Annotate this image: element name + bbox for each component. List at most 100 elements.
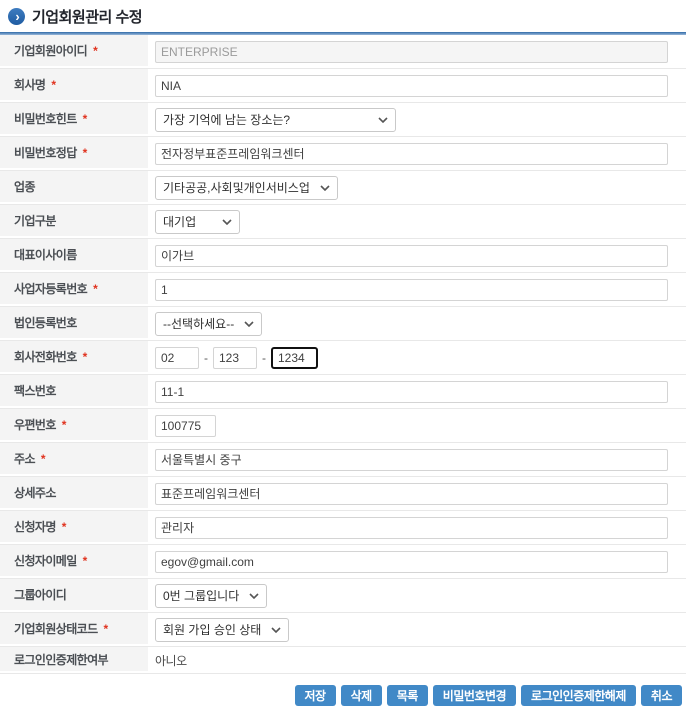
field-value-cell [148, 75, 686, 97]
field-label-cell: 기업회원상태코드 * [0, 613, 148, 646]
field-value-cell: 가장 기억에 남는 장소는? [148, 108, 686, 132]
field-value-cell: - - [148, 347, 686, 369]
detail-address-input[interactable] [155, 483, 668, 505]
field-label-cell: 주소 * [0, 443, 148, 476]
required-mark: * [83, 112, 88, 126]
required-mark: * [104, 622, 109, 636]
release-login-restriction-button[interactable]: 로그인인증제한해제 [521, 685, 636, 706]
member-edit-form: 기업회원아이디 * 회사명 * 비밀번호힌트 * [0, 35, 686, 674]
field-value-cell [148, 483, 686, 505]
business-reg-number-input[interactable] [155, 279, 668, 301]
field-label: 팩스번호 [14, 382, 56, 399]
field-label: 우편번호 [14, 416, 56, 433]
chevron-right-circle-icon: › [8, 8, 25, 25]
field-label: 비밀번호정답 [14, 144, 77, 161]
required-mark: * [62, 418, 67, 432]
phone-area-input[interactable] [155, 347, 199, 369]
form-row-industry: 업종 기타공공,사회및개인서비스업 [0, 171, 686, 205]
corporate-reg-number-select[interactable]: --선택하세요-- [155, 312, 262, 336]
change-password-button[interactable]: 비밀번호변경 [433, 685, 516, 706]
form-row-member-status: 기업회원상태코드 * 회원 가입 승인 상태 [0, 613, 686, 647]
applicant-email-input[interactable] [155, 551, 668, 573]
field-value-cell [148, 143, 686, 165]
form-row-member-id: 기업회원아이디 * [0, 35, 686, 69]
required-mark: * [62, 520, 67, 534]
field-label: 사업자등록번호 [14, 280, 87, 297]
button-bar: 저장 삭제 목록 비밀번호변경 로그인인증제한해제 취소 [0, 685, 686, 706]
field-label-cell: 팩스번호 [0, 375, 148, 408]
chevron-down-icon [320, 185, 330, 191]
zip-code-input[interactable] [155, 415, 216, 437]
phone-separator: - [262, 351, 266, 365]
password-hint-value: 가장 기억에 남는 장소는? [163, 111, 290, 128]
company-name-input[interactable] [155, 75, 668, 97]
field-value-cell: 아니오 [148, 652, 686, 669]
field-label-cell: 업종 [0, 171, 148, 204]
corporate-reg-number-value: --선택하세요-- [163, 315, 234, 332]
form-row-login-restriction: 로그인인증제한여부 아니오 [0, 647, 686, 674]
field-label-cell: 신청자이메일 * [0, 545, 148, 578]
list-button[interactable]: 목록 [387, 685, 428, 706]
chevron-down-icon [249, 593, 259, 599]
form-row-password-answer: 비밀번호정답 * [0, 137, 686, 171]
field-label-cell: 비밀번호정답 * [0, 137, 148, 170]
field-label-cell: 우편번호 * [0, 409, 148, 442]
required-mark: * [51, 78, 56, 92]
form-row-zip-code: 우편번호 * [0, 409, 686, 443]
field-value-cell: 대기업 [148, 210, 686, 234]
form-row-fax-number: 팩스번호 [0, 375, 686, 409]
required-mark: * [41, 452, 46, 466]
phone-last-input[interactable] [271, 347, 318, 369]
field-label-cell: 회사명 * [0, 69, 148, 102]
field-label: 상세주소 [14, 484, 56, 501]
field-label-cell: 기업회원아이디 * [0, 35, 148, 68]
login-restriction-value: 아니오 [155, 652, 187, 669]
field-value-cell [148, 449, 686, 471]
form-row-ceo-name: 대표이사이름 [0, 239, 686, 273]
field-label-cell: 로그인인증제한여부 [0, 647, 148, 673]
required-mark: * [83, 146, 88, 160]
field-label: 대표이사이름 [14, 246, 77, 263]
member-status-value: 회원 가입 승인 상태 [163, 621, 261, 638]
form-row-applicant-name: 신청자명 * [0, 511, 686, 545]
field-label-cell: 기업구분 [0, 205, 148, 238]
required-mark: * [83, 554, 88, 568]
phone-mid-input[interactable] [213, 347, 257, 369]
form-row-business-reg-number: 사업자등록번호 * [0, 273, 686, 307]
required-mark: * [93, 44, 98, 58]
address-input[interactable] [155, 449, 668, 471]
form-row-company-name: 회사명 * [0, 69, 686, 103]
delete-button[interactable]: 삭제 [341, 685, 382, 706]
phone-separator: - [204, 351, 208, 365]
field-label: 비밀번호힌트 [14, 110, 77, 127]
form-row-company-type: 기업구분 대기업 [0, 205, 686, 239]
member-status-select[interactable]: 회원 가입 승인 상태 [155, 618, 289, 642]
field-label: 주소 [14, 450, 35, 467]
page-title: 기업회원관리 수정 [32, 6, 142, 27]
industry-value: 기타공공,사회및개인서비스업 [163, 179, 310, 196]
field-label: 로그인인증제한여부 [14, 651, 108, 668]
field-value-cell: 기타공공,사회및개인서비스업 [148, 176, 686, 200]
form-row-password-hint: 비밀번호힌트 * 가장 기억에 남는 장소는? [0, 103, 686, 137]
applicant-name-input[interactable] [155, 517, 668, 539]
industry-select[interactable]: 기타공공,사회및개인서비스업 [155, 176, 338, 200]
company-type-select[interactable]: 대기업 [155, 210, 240, 234]
field-label: 기업회원상태코드 [14, 620, 98, 637]
ceo-name-input[interactable] [155, 245, 668, 267]
cancel-button[interactable]: 취소 [641, 685, 682, 706]
fax-number-input[interactable] [155, 381, 668, 403]
field-label: 그룹아이디 [14, 586, 66, 603]
chevron-down-icon [271, 627, 281, 633]
field-value-cell [148, 245, 686, 267]
group-id-value: 0번 그룹입니다 [163, 587, 239, 604]
password-hint-select[interactable]: 가장 기억에 남는 장소는? [155, 108, 396, 132]
group-id-select[interactable]: 0번 그룹입니다 [155, 584, 267, 608]
field-value-cell [148, 381, 686, 403]
field-label: 회사전화번호 [14, 348, 77, 365]
field-value-cell [148, 279, 686, 301]
save-button[interactable]: 저장 [295, 685, 336, 706]
password-answer-input[interactable] [155, 143, 668, 165]
chevron-down-icon [244, 321, 254, 327]
form-row-detail-address: 상세주소 [0, 477, 686, 511]
field-label-cell: 그룹아이디 [0, 579, 148, 612]
